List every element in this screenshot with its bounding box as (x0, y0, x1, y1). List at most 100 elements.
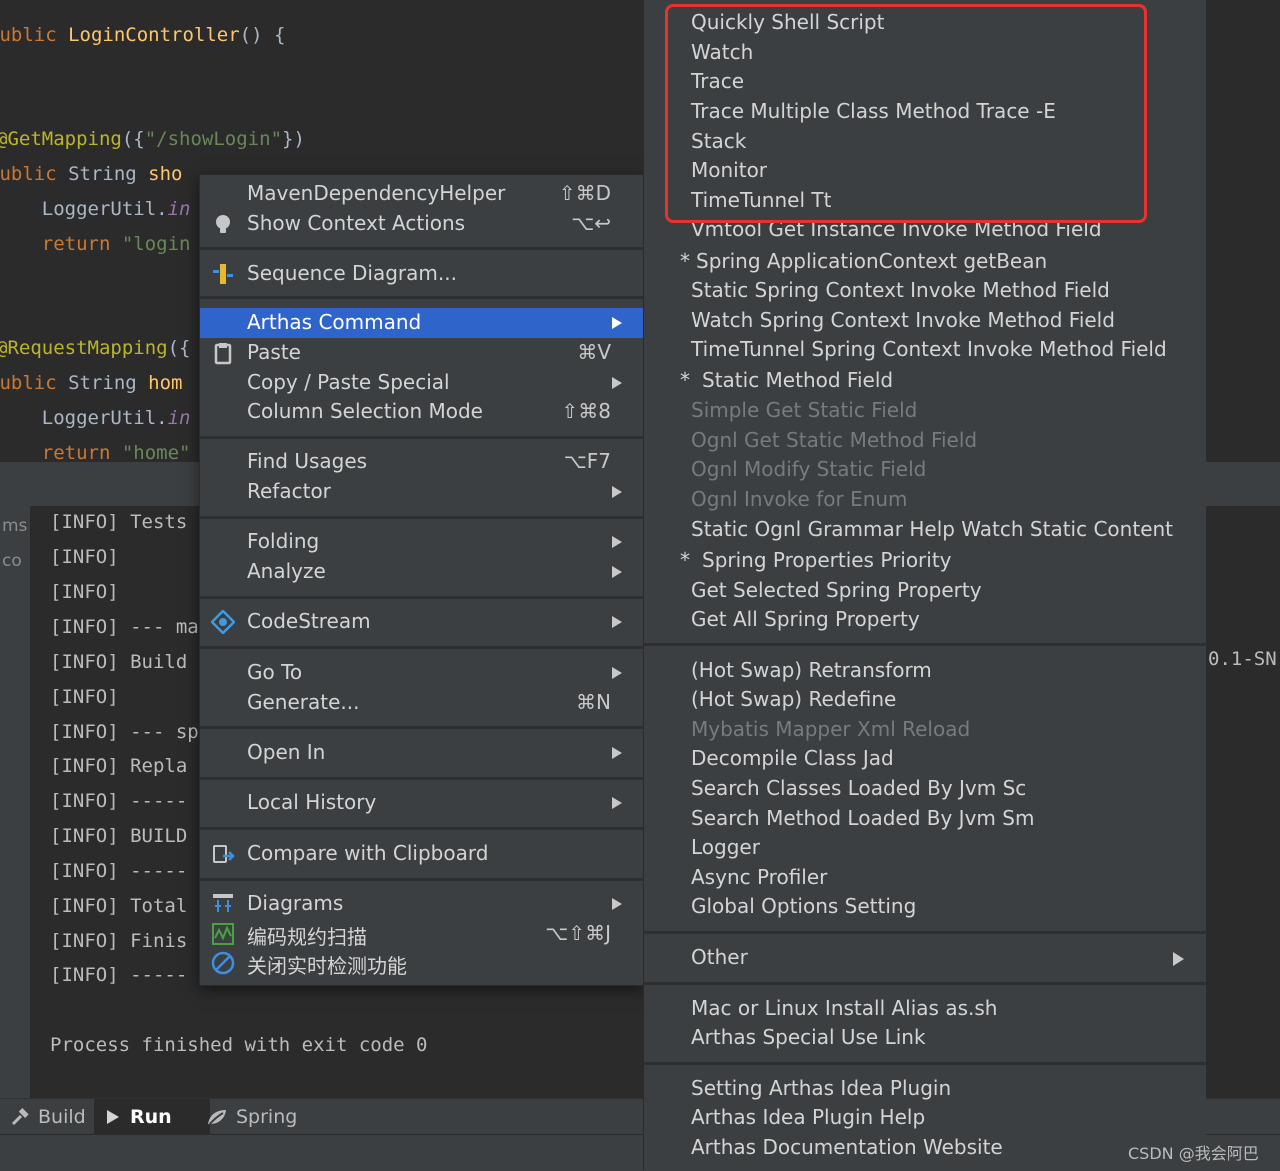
run-tab-label: Run (130, 1106, 172, 1128)
disable-icon (211, 951, 235, 975)
shortcut: ⌥⇧⌘J (545, 921, 611, 945)
star-marker: * (680, 249, 690, 273)
submenu-item-other[interactable]: Other (644, 943, 1206, 973)
codestream-icon (211, 610, 235, 634)
submenu-item-hot-swap-retransform[interactable]: (Hot Swap) Retransform (644, 656, 1206, 686)
menu-item-codestream[interactable]: CodeStream (200, 607, 643, 637)
code-line: public String hom (0, 372, 183, 394)
menu-item-copy-paste-special[interactable]: Copy / Paste Special (200, 368, 643, 398)
submenu-item-setting-plugin[interactable]: Setting Arthas Idea Plugin (644, 1074, 1206, 1104)
submenu-arrow-icon (612, 667, 622, 679)
submenu-item-get-selected-spring-property[interactable]: Get Selected Spring Property (644, 576, 1206, 606)
submenu-item-static-method-field[interactable]: * Static Method Field (644, 366, 1206, 396)
shortcut: ⇧⌘D (558, 181, 611, 205)
submenu-arrow-icon (612, 898, 622, 910)
menu-item-refactor[interactable]: Refactor (200, 477, 643, 507)
log-line: [INFO] Finis (50, 930, 188, 952)
submenu-item-watch-spring-context[interactable]: Watch Spring Context Invoke Method Field (644, 306, 1206, 336)
compare-clipboard-icon (213, 845, 235, 863)
build-tab[interactable]: Build (0, 1099, 96, 1135)
menu-separator (644, 982, 1206, 985)
menu-item-open-in[interactable]: Open In (200, 738, 643, 768)
log-line: [INFO] --- ma (50, 616, 199, 638)
log-line: [INFO] Tests (50, 511, 188, 533)
shortcut: ⌥↩ (571, 211, 611, 235)
code-line: public String sho (0, 163, 183, 185)
annotation-highlight-box (665, 4, 1147, 223)
menu-item-disable-realtime-check[interactable]: 关闭实时检测功能 (200, 948, 643, 978)
submenu-item-static-spring-context[interactable]: Static Spring Context Invoke Method Fiel… (644, 276, 1206, 306)
submenu-item-spring-getbean[interactable]: * Spring ApplicationContext getBean (644, 247, 1206, 277)
submenu-item-documentation[interactable]: Arthas Documentation Website (644, 1133, 1206, 1163)
menu-item-arthas-command[interactable]: Arthas Command (200, 308, 643, 338)
submenu-item-plugin-help[interactable]: Arthas Idea Plugin Help (644, 1103, 1206, 1133)
menu-item-compare-with-clipboard[interactable]: Compare with Clipboard (200, 839, 643, 869)
log-line-tail: 0.1-SN (1208, 648, 1277, 670)
watermark: CSDN @我会阿巴 (1128, 1144, 1259, 1163)
menu-separator (200, 247, 643, 250)
spring-tab[interactable]: Spring (196, 1099, 307, 1135)
code-scan-icon (212, 923, 234, 945)
submenu-item-global-options[interactable]: Global Options Setting (644, 892, 1206, 922)
code-line: } (0, 265, 1, 293)
menu-item-sequence-diagram[interactable]: Sequence Diagram... (200, 259, 643, 289)
menu-item-find-usages[interactable]: Find Usages ⌥F7 (200, 447, 643, 477)
console-gutter: ms co (0, 506, 30, 1098)
hammer-icon (11, 1108, 29, 1126)
submenu-item-decompile-jad[interactable]: Decompile Class Jad (644, 744, 1206, 774)
log-line: [INFO] BUILD (50, 825, 188, 847)
submenu-item-search-method[interactable]: Search Method Loaded By Jvm Sm (644, 804, 1206, 834)
submenu-item-async-profiler[interactable]: Async Profiler (644, 863, 1206, 893)
lightbulb-icon (216, 215, 230, 233)
menu-separator (644, 931, 1206, 934)
submenu-arrow-icon (612, 616, 622, 628)
menu-item-code-scan[interactable]: 编码规约扫描 ⌥⇧⌘J (200, 919, 643, 949)
submenu-item-spring-properties-priority[interactable]: * Spring Properties Priority (644, 546, 1206, 576)
submenu-arrow-icon (612, 536, 622, 548)
star-marker: * (680, 368, 690, 392)
submenu-item-get-all-spring-property[interactable]: Get All Spring Property (644, 605, 1206, 635)
log-line: [INFO] ----- (50, 860, 188, 882)
spring-leaf-icon (208, 1110, 226, 1126)
menu-item-analyze[interactable]: Analyze (200, 557, 643, 587)
menu-separator (200, 516, 643, 519)
submenu-item-install-alias[interactable]: Mac or Linux Install Alias as.sh (644, 994, 1206, 1024)
code-line: } (0, 55, 1, 83)
run-tab[interactable]: Run (94, 1099, 210, 1135)
menu-separator (200, 436, 643, 439)
menu-separator (200, 596, 643, 599)
menu-item-diagrams[interactable]: Diagrams (200, 889, 643, 919)
menu-separator (200, 777, 643, 780)
menu-separator (200, 296, 643, 299)
star-marker: * (680, 548, 690, 572)
menu-item-local-history[interactable]: Local History (200, 788, 643, 818)
submenu-item-ognl-modify-static: Ognl Modify Static Field (691, 457, 927, 481)
code-line: return "login (0, 233, 191, 255)
menu-separator (200, 878, 643, 881)
menu-separator (200, 827, 643, 830)
menu-item-maven-dependency-helper[interactable]: MavenDependencyHelper ⇧⌘D (200, 179, 643, 209)
menu-item-paste[interactable]: Paste ⌘V (200, 338, 643, 368)
submenu-item-search-classes[interactable]: Search Classes Loaded By Jvm Sc (644, 774, 1206, 804)
submenu-item-simple-get-static-field: Simple Get Static Field (691, 398, 918, 422)
submenu-arrow-icon (612, 747, 622, 759)
sequence-diagram-icon (213, 264, 233, 284)
menu-item-folding[interactable]: Folding (200, 527, 643, 557)
submenu-item-hot-swap-redefine[interactable]: (Hot Swap) Redefine (644, 685, 1206, 715)
submenu-item-logger[interactable]: Logger (644, 833, 1206, 863)
menu-item-column-selection-mode[interactable]: Column Selection Mode ⇧⌘8 (200, 397, 643, 427)
submenu-item-special-use-link[interactable]: Arthas Special Use Link (644, 1023, 1206, 1053)
spring-tab-label: Spring (236, 1106, 298, 1128)
submenu-item-timetunnel-spring-context[interactable]: TimeTunnel Spring Context Invoke Method … (644, 335, 1206, 365)
code-line: LoggerUtil.in (0, 198, 191, 220)
submenu-arrow-icon (612, 317, 622, 329)
menu-separator (644, 643, 1206, 646)
menu-item-generate[interactable]: Generate... ⌘N (200, 688, 643, 718)
code-line: LoggerUtil.in (0, 407, 191, 429)
editor-context-menu: MavenDependencyHelper ⇧⌘D Show Context A… (199, 174, 644, 986)
exit-message: Process finished with exit code 0 (50, 1034, 428, 1056)
menu-item-go-to[interactable]: Go To (200, 658, 643, 688)
menu-item-show-context-actions[interactable]: Show Context Actions ⌥↩ (200, 209, 643, 239)
play-icon (107, 1110, 119, 1124)
submenu-item-static-ognl-grammar[interactable]: Static Ognl Grammar Help Watch Static Co… (644, 515, 1206, 545)
